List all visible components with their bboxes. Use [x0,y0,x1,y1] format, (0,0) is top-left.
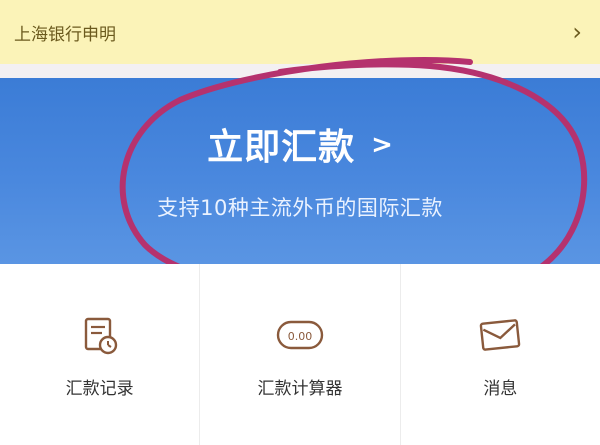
remittance-banner-title-row[interactable]: 立即汇款 > [0,118,600,170]
remittance-banner[interactable] [0,78,600,264]
grid-item-messages[interactable]: 消息 [399,264,600,445]
grid-item-label: 汇款记录 [65,379,134,399]
banner-subtitle: 支持10种主流外币的国际汇款 [157,196,443,220]
grid-item-remittance-calculator[interactable]: 0.00 汇款计算器 [199,264,399,445]
envelope-icon [475,314,525,358]
section-divider [0,64,600,78]
calculator-display-value: 0.00 [288,330,313,343]
banner-arrow-icon: > [371,130,393,160]
announcement-text: 上海银行申明 [14,24,116,45]
feature-grid: 汇款记录 0.00 汇款计算器 消息 [0,264,600,445]
banner-title: 立即汇款 [207,127,356,168]
grid-item-label: 消息 [483,379,518,399]
document-clock-icon [75,314,125,358]
calculator-display-icon: 0.00 [275,314,325,358]
announcement-bar[interactable]: 上海银行申明 › [0,0,600,64]
grid-item-remittance-records[interactable]: 汇款记录 [0,264,199,445]
chevron-right-icon: › [572,18,582,46]
grid-item-label: 汇款计算器 [257,379,343,399]
